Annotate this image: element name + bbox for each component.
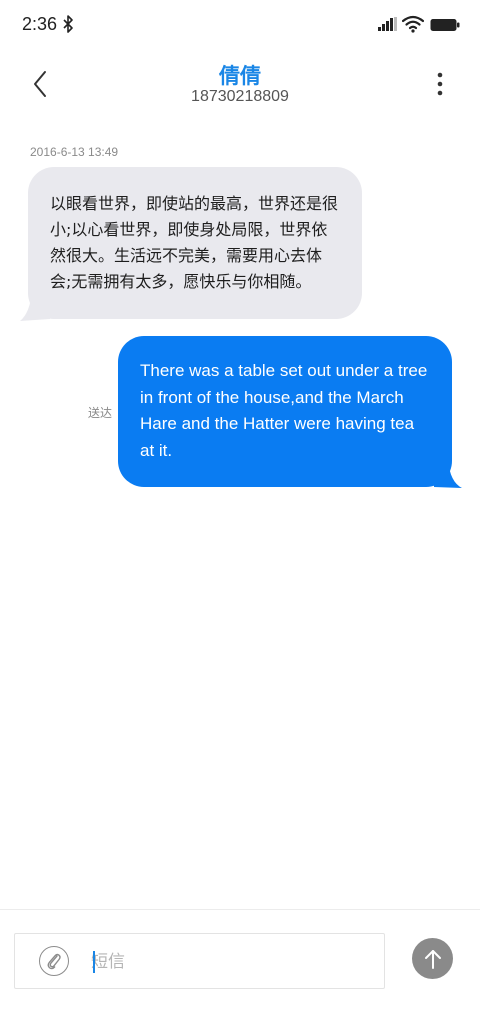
incoming-message-text: 以眼看世界，即使站的最高，世界还是很小;以心看世界，即使身处局限，世界依然很大。…	[28, 167, 362, 319]
delivery-status: 送达	[88, 406, 113, 420]
contact-number: 18730218809	[191, 88, 289, 105]
send-button[interactable]	[412, 938, 453, 979]
battery-icon	[430, 19, 460, 31]
message-timestamp: 2016-6-13 13:49	[30, 145, 119, 159]
outgoing-message[interactable]: There was a table set out under a tree i…	[118, 336, 462, 489]
signal-icon	[378, 17, 397, 31]
status-bar: 2:36	[0, 0, 480, 52]
contact-name: 倩倩	[219, 64, 261, 88]
bluetooth-icon	[63, 15, 73, 33]
more-options-button[interactable]	[424, 66, 456, 102]
send-arrow-icon	[424, 949, 441, 969]
attach-button[interactable]	[39, 946, 69, 976]
message-composer	[14, 933, 385, 989]
attachment-icon	[47, 953, 61, 970]
incoming-message[interactable]: 以眼看世界，即使站的最高，世界还是很小;以心看世界，即使身处局限，世界依然很大。…	[20, 167, 362, 321]
outgoing-message-text: There was a table set out under a tree i…	[118, 336, 452, 487]
text-cursor	[93, 951, 95, 973]
conversation-header: 倩倩 18730218809	[0, 52, 480, 116]
status-time: 2:36	[22, 14, 58, 34]
more-vert-icon	[437, 72, 443, 96]
wifi-icon	[402, 15, 424, 33]
sms-input[interactable]	[91, 946, 371, 978]
divider	[0, 909, 480, 910]
